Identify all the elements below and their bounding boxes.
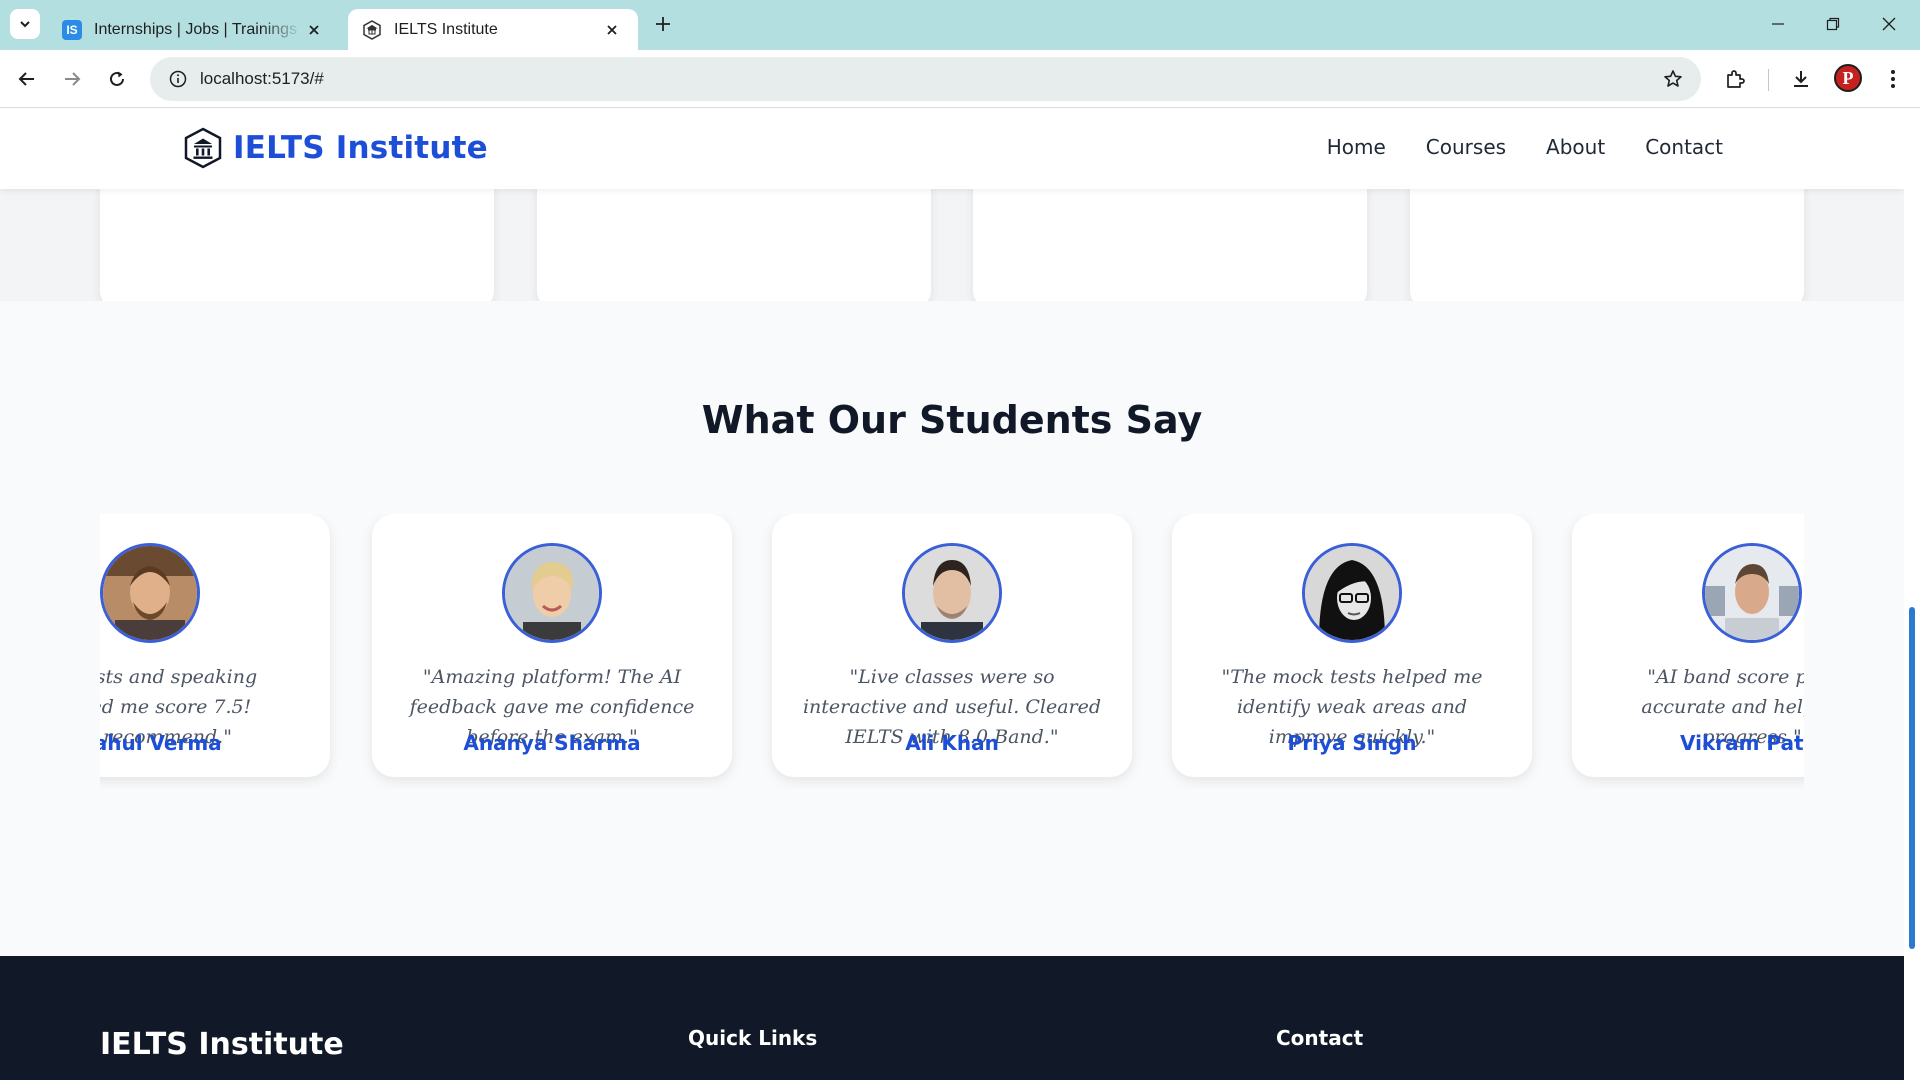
tab-title: IELTS Institute <box>394 20 498 38</box>
footer-quick-links-heading: Quick Links <box>688 1026 818 1050</box>
testimonial-card: "AI band score predic accurate and helpe… <box>1572 514 1804 777</box>
close-icon <box>607 24 617 35</box>
forward-button[interactable] <box>55 62 89 96</box>
testimonial-carousel[interactable]: ice tests and speaking helped me score 7… <box>100 514 1804 789</box>
back-button[interactable] <box>10 62 44 96</box>
student-avatar <box>1302 543 1402 643</box>
page-viewport: IELTS Institute Home Courses About Conta… <box>0 109 1904 1080</box>
nav-contact[interactable]: Contact <box>1645 135 1723 159</box>
close-window-button[interactable] <box>1866 8 1912 40</box>
new-tab-button[interactable] <box>650 11 676 37</box>
testimonial-card: ice tests and speaking helped me score 7… <box>100 514 330 777</box>
close-tab-button[interactable] <box>302 18 326 42</box>
bookmark-button[interactable] <box>1661 67 1685 91</box>
restore-window-button[interactable] <box>1810 8 1856 40</box>
download-icon <box>1794 71 1808 87</box>
testimonial-card: "The mock tests helped me identify weak … <box>1172 514 1532 777</box>
scrollbar-thumb[interactable] <box>1909 607 1915 949</box>
student-name: Ali Khan <box>905 731 999 755</box>
tab-title: Internships | Jobs | Trainings & More <box>94 20 302 38</box>
close-tab-button[interactable] <box>600 18 624 42</box>
site-info-button[interactable] <box>156 57 200 101</box>
minimize-icon <box>1772 23 1784 25</box>
main-nav: Home Courses About Contact <box>1327 135 1723 159</box>
site-logo[interactable]: IELTS Institute <box>183 127 488 169</box>
student-name: Priya Singh <box>1287 731 1417 755</box>
nav-about[interactable]: About <box>1546 135 1605 159</box>
student-avatar <box>1702 543 1802 643</box>
footer-contact-heading: Contact <box>1276 1026 1364 1050</box>
puzzle-icon <box>1727 70 1745 88</box>
plus-icon <box>656 17 670 31</box>
testimonials-section: What Our Students Say ice tests and spea… <box>0 301 1904 956</box>
browser-menu-button[interactable] <box>1876 62 1910 96</box>
site-navbar: IELTS Institute Home Courses About Conta… <box>0 109 1904 189</box>
section-title: What Our Students Say <box>701 398 1203 442</box>
site-footer: IELTS Institute Quick Links Contact <box>0 956 1904 1080</box>
restore-icon <box>1826 17 1840 31</box>
arrow-right-icon <box>65 72 81 86</box>
url-text: localhost:5173/# <box>200 69 324 88</box>
profile-avatar[interactable]: P <box>1834 64 1862 92</box>
reload-icon <box>110 71 124 86</box>
info-icon <box>169 70 187 88</box>
downloads-button[interactable] <box>1784 62 1818 96</box>
page-scrollbar[interactable] <box>1904 109 1920 1080</box>
close-icon <box>1882 17 1896 31</box>
nav-courses[interactable]: Courses <box>1426 135 1506 159</box>
address-bar[interactable]: localhost:5173/# <box>150 57 1701 101</box>
institute-icon <box>183 127 223 169</box>
minimize-window-button[interactable] <box>1755 8 1801 40</box>
browser-toolbar: localhost:5173/# P <box>0 50 1920 108</box>
institute-favicon-icon <box>362 19 382 40</box>
close-icon <box>309 24 319 35</box>
student-name: Vikram Patel <box>1679 731 1804 755</box>
more-vertical-icon <box>1891 70 1895 88</box>
browser-tab-ielts[interactable]: IELTS Institute <box>348 9 638 50</box>
student-avatar <box>502 543 602 643</box>
toolbar-divider <box>1768 69 1769 91</box>
brand-name: IELTS Institute <box>233 130 488 166</box>
student-name: Rahul Verma <box>100 731 222 755</box>
star-icon <box>1664 70 1682 87</box>
tab-search-button[interactable] <box>10 9 40 39</box>
course-card <box>1410 169 1804 309</box>
arrow-left-icon <box>18 72 34 86</box>
browser-tab-strip: IS Internships | Jobs | Trainings & More… <box>0 0 1920 50</box>
course-card <box>973 169 1367 309</box>
student-avatar <box>902 543 1002 643</box>
footer-brand: IELTS Institute <box>100 1027 344 1062</box>
nav-home[interactable]: Home <box>1327 135 1386 159</box>
testimonial-card: "Live classes were so interactive and us… <box>772 514 1132 777</box>
course-card <box>100 169 494 309</box>
internshala-favicon-icon: IS <box>62 19 82 40</box>
student-name: Ananya Sharma <box>463 731 641 755</box>
testimonial-card: "Amazing platform! The AI feedback gave … <box>372 514 732 777</box>
course-card <box>537 169 931 309</box>
chevron-down-icon <box>20 21 30 28</box>
extensions-button[interactable] <box>1718 62 1752 96</box>
reload-button[interactable] <box>100 62 134 96</box>
browser-tab-internshala[interactable]: IS Internships | Jobs | Trainings & More <box>48 9 340 50</box>
student-avatar <box>100 543 200 643</box>
